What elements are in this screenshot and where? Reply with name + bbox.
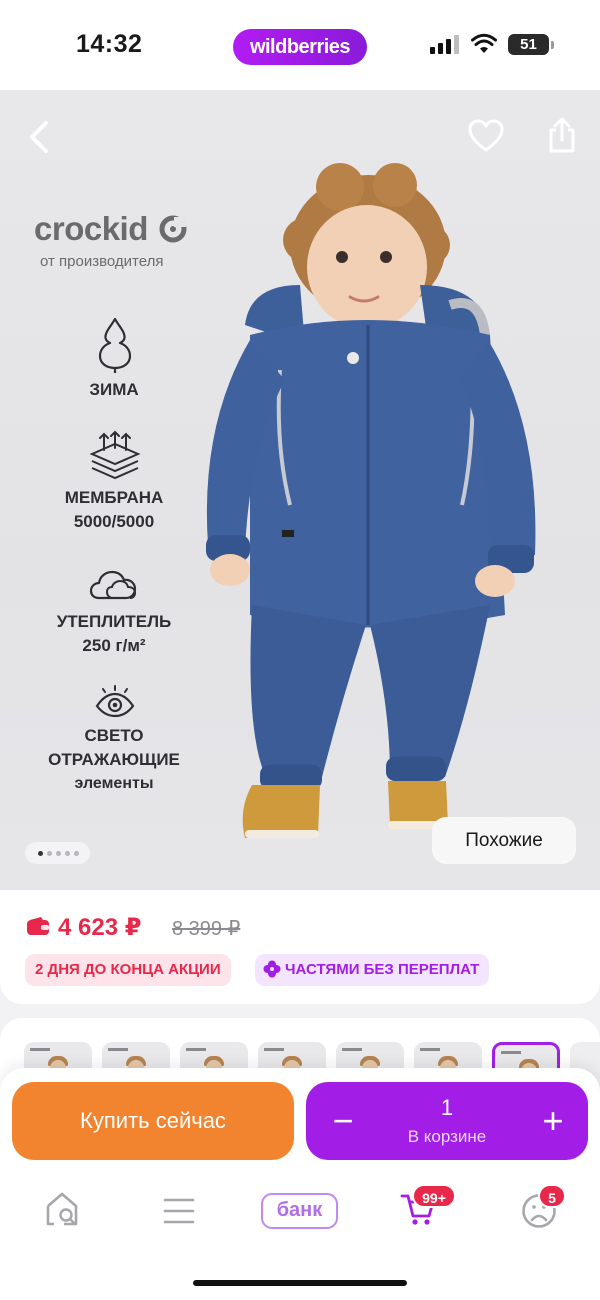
page-dot — [65, 851, 70, 856]
similar-button[interactable]: Похожие — [432, 817, 576, 864]
back-arrow-icon[interactable] — [26, 120, 52, 154]
feature-insulation: УТЕПЛИТЕЛЬ 250 г/м² — [14, 610, 214, 658]
in-cart-stepper: − 1 В корзине + — [306, 1082, 588, 1160]
brand-name: crockid — [34, 210, 148, 247]
battery-tip — [551, 41, 554, 49]
clover-icon — [263, 960, 281, 978]
page-dot — [47, 851, 52, 856]
cloud-icon — [89, 570, 137, 600]
product-image-carousel[interactable]: crockid от производителя ЗИМА МЕМБРАНА 5… — [0, 90, 600, 890]
installments-badge-label: ЧАСТЯМИ БЕЗ ПЕРЕПЛАТ — [285, 961, 480, 978]
feature-reflective-label-3: элементы — [74, 775, 154, 792]
feature-winter-label: ЗИМА — [89, 380, 139, 399]
feature-insulation-value: 250 г/м² — [82, 636, 146, 655]
current-price: 4 623 ₽ — [58, 914, 142, 941]
battery-indicator: 51 — [508, 34, 549, 55]
page-dot — [74, 851, 79, 856]
feature-membrane-label: МЕМБРАНА — [64, 488, 164, 507]
feature-reflective-label-2: ОТРАЖАЮЩИЕ — [48, 750, 180, 769]
product-photo-child — [206, 163, 536, 838]
status-time: 14:32 — [76, 30, 143, 58]
price-card: 4 623 ₽ 8 399 ₽ 2 ДНЯ ДО КОНЦА АКЦИИ ЧАС… — [0, 890, 600, 1004]
old-price: 8 399 ₽ — [172, 918, 241, 940]
membrane-layers-icon — [89, 430, 141, 480]
increase-quantity-button[interactable]: + — [536, 1098, 570, 1144]
wallet-icon — [27, 917, 49, 935]
brand-subtitle: от производителя — [40, 253, 164, 270]
wifi-icon — [471, 33, 497, 53]
feature-winter: ЗИМА — [14, 378, 214, 402]
carousel-pagination[interactable] — [25, 842, 90, 864]
cart-count-badge: 99+ — [412, 1184, 456, 1208]
wildberries-pill[interactable]: wildberries — [233, 29, 367, 65]
home-indicator[interactable] — [193, 1280, 407, 1286]
profile-notification-badge: 5 — [538, 1184, 566, 1208]
eye-icon — [95, 685, 135, 718]
home-search-icon[interactable] — [44, 1190, 80, 1228]
feature-reflective: СВЕТО ОТРАЖАЮЩИЕ элементы — [14, 724, 214, 796]
feature-reflective-label-1: СВЕТО — [84, 726, 144, 745]
bottom-action-bar: Купить сейчас − 1 В корзине + — [0, 1068, 600, 1300]
snowflake-tree-icon — [98, 317, 132, 373]
brand-logo: crockid — [34, 210, 187, 248]
status-bar: 14:32 wildberries 51 — [0, 0, 600, 90]
feature-membrane: МЕМБРАНА 5000/5000 — [14, 486, 214, 534]
installments-badge[interactable]: ЧАСТЯМИ БЕЗ ПЕРЕПЛАТ — [255, 954, 490, 986]
cellular-signal-icon — [430, 35, 459, 54]
bank-tab[interactable]: банк — [261, 1193, 338, 1229]
feature-membrane-value: 5000/5000 — [73, 512, 155, 531]
sale-countdown-badge[interactable]: 2 ДНЯ ДО КОНЦА АКЦИИ — [25, 954, 231, 986]
buy-now-button[interactable]: Купить сейчас — [12, 1082, 294, 1160]
feature-insulation-label: УТЕПЛИТЕЛЬ — [56, 612, 172, 631]
catalog-menu-icon[interactable] — [163, 1198, 195, 1224]
page-dot — [56, 851, 61, 856]
brand-mark-icon — [159, 215, 187, 243]
page-dot — [38, 851, 43, 856]
